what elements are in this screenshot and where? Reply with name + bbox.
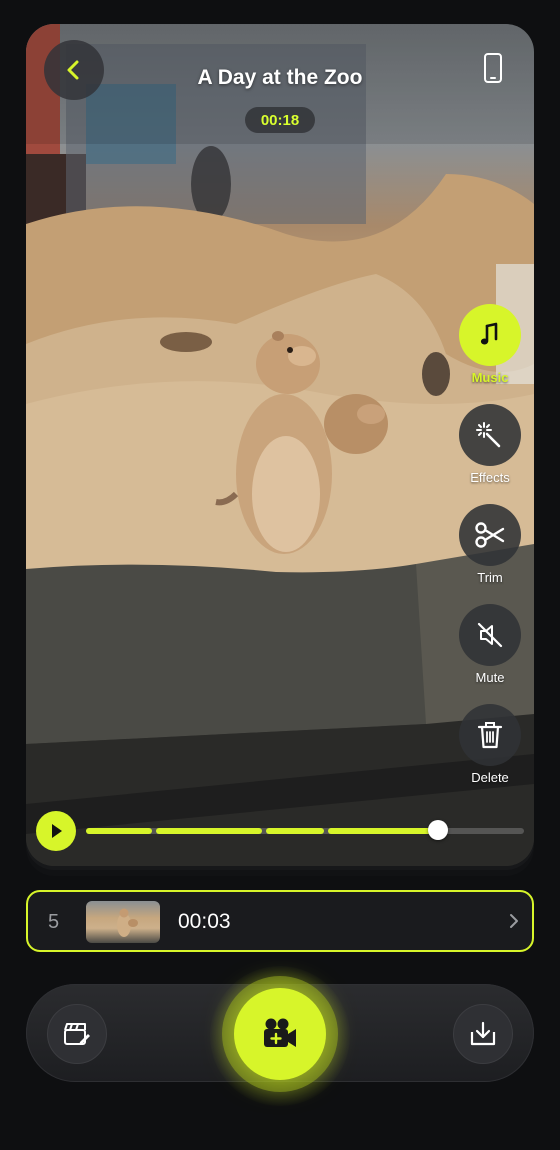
download-tray-icon xyxy=(470,1021,496,1046)
chevron-left-icon xyxy=(67,60,79,80)
back-button[interactable] xyxy=(44,40,104,100)
tool-trim[interactable]: Trim xyxy=(458,504,522,585)
clip-index: 5 xyxy=(48,911,60,933)
play-button[interactable] xyxy=(36,811,76,851)
clip-segment xyxy=(156,828,262,834)
tool-music[interactable]: Music xyxy=(458,304,522,385)
clip-thumbnail xyxy=(86,901,160,943)
sparkle-wand-icon xyxy=(476,422,501,448)
trash-icon xyxy=(477,722,503,749)
clip-segment xyxy=(328,828,436,834)
play-icon xyxy=(52,824,62,838)
export-button[interactable] xyxy=(453,1004,513,1064)
clapperboard-edit-icon xyxy=(64,1023,90,1045)
music-note-icon xyxy=(480,322,498,345)
clip-duration: 00:03 xyxy=(178,910,231,933)
tool-label: Mute xyxy=(475,670,505,685)
phone-orientation-icon[interactable] xyxy=(480,52,506,84)
clip-segment xyxy=(86,828,152,834)
selected-clip-row[interactable]: 5 00:03 xyxy=(26,890,534,952)
edit-clips-button[interactable] xyxy=(47,1004,107,1064)
tool-label: Effects xyxy=(470,470,510,485)
clip-segment xyxy=(266,828,324,834)
tool-label: Delete xyxy=(471,770,509,785)
playback-scrubber[interactable] xyxy=(86,828,524,834)
video-camera-add-icon xyxy=(264,1018,296,1047)
tool-delete[interactable]: Delete xyxy=(458,704,522,785)
chevron-right-icon xyxy=(510,914,518,928)
record-video-button[interactable] xyxy=(234,988,326,1080)
scissors-icon xyxy=(475,522,505,548)
tool-label: Trim xyxy=(477,570,503,585)
tool-label: Music xyxy=(471,370,509,385)
elapsed-time-badge: 00:18 xyxy=(245,107,315,133)
tool-mute[interactable]: Mute xyxy=(458,604,522,685)
scrubber-handle[interactable] xyxy=(428,820,448,840)
tool-effects[interactable]: Effects xyxy=(458,404,522,485)
page-title: A Day at the Zoo xyxy=(197,66,363,89)
speaker-muted-icon xyxy=(477,622,503,648)
